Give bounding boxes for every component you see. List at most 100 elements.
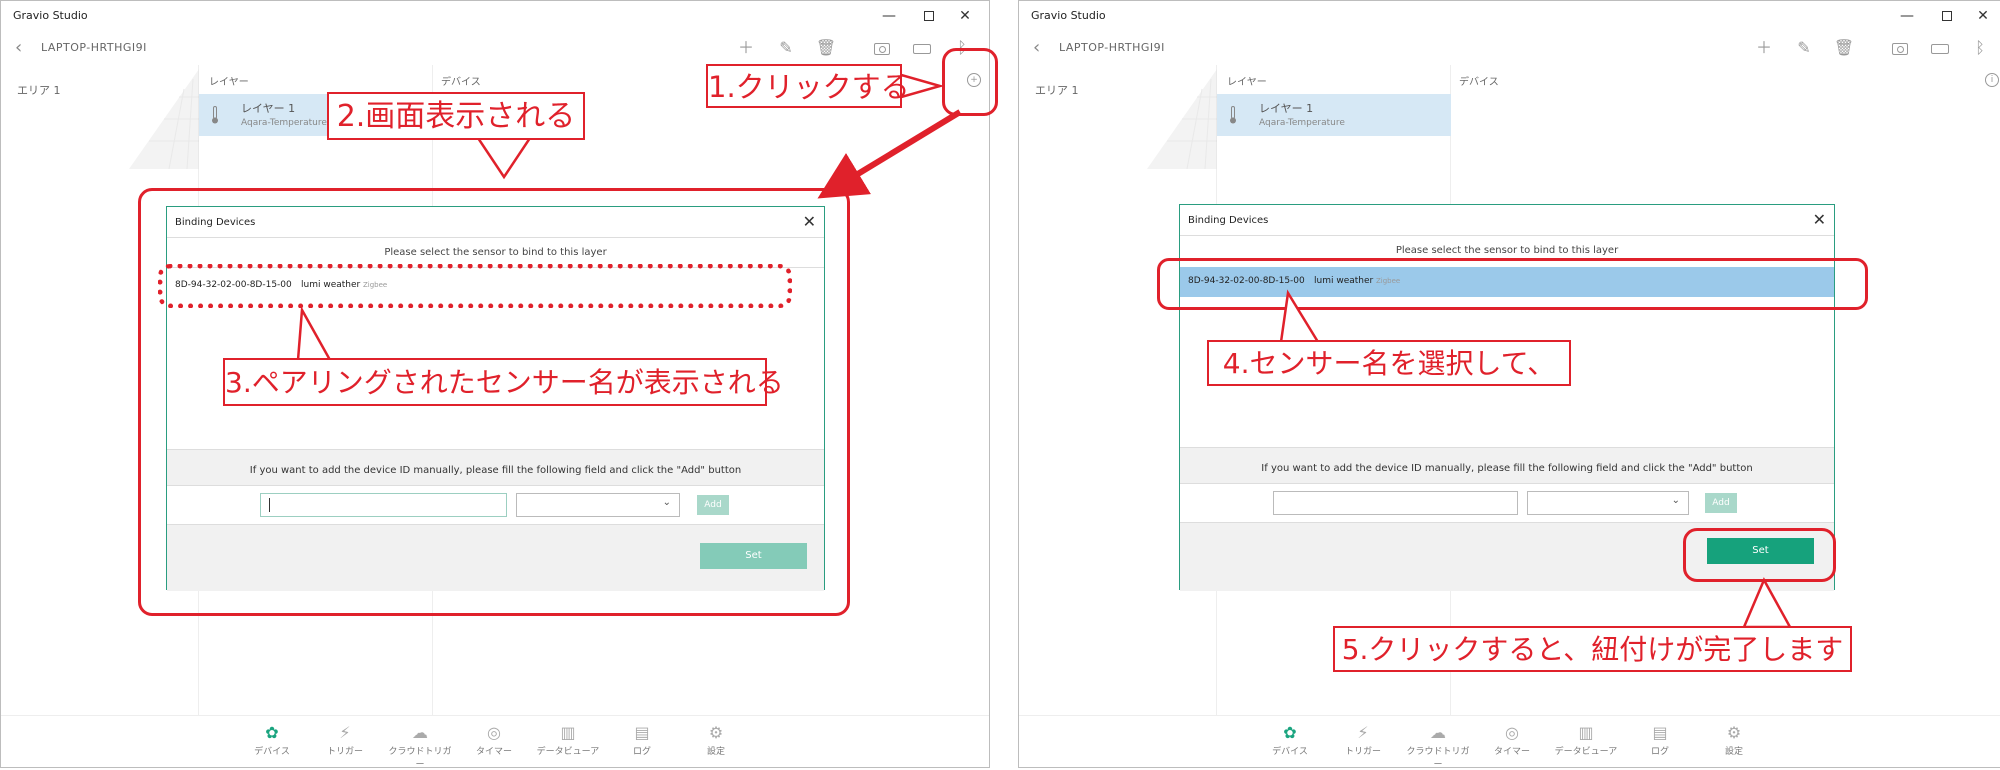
nav-settings[interactable]: ⚙ 設定 xyxy=(681,723,751,758)
camera-icon[interactable] xyxy=(871,38,893,58)
delete-icon[interactable]: 🗑 xyxy=(1833,38,1855,58)
close-window-icon[interactable]: ✕ xyxy=(1963,4,2000,28)
device-icon: ✿ xyxy=(265,723,279,742)
cloud-trigger-icon: ☁ xyxy=(412,723,428,742)
nav-log[interactable]: ▤ ログ xyxy=(607,723,677,758)
title-bar: Gravio Studio — ✕ xyxy=(1019,1,2000,31)
nav-label: トリガー xyxy=(1344,747,1381,757)
nav-triggers[interactable]: ⚡ トリガー xyxy=(310,723,380,758)
device-name: LAPTOP-HRTHGI9I xyxy=(41,41,147,54)
close-dialog-icon[interactable]: ✕ xyxy=(1813,210,1826,229)
highlight-selected-sensor xyxy=(1157,258,1868,310)
nav-label: クラウドトリガー xyxy=(1406,747,1470,768)
nav-label: デバイス xyxy=(1272,747,1308,757)
layer-card[interactable]: レイヤー 1 Aqara-Temperature xyxy=(1217,94,1451,136)
app-title: Gravio Studio xyxy=(13,9,88,22)
trigger-icon: ⚡ xyxy=(1357,723,1369,742)
minimize-icon[interactable]: — xyxy=(869,4,909,28)
nav-label: トリガー xyxy=(326,747,363,757)
maximize-icon[interactable] xyxy=(909,4,949,28)
divider xyxy=(1180,447,1834,448)
protocol-select[interactable]: ⌄ xyxy=(1527,491,1689,515)
nav-data-viewer[interactable]: ▥ データビューア xyxy=(533,723,603,758)
layer-name: レイヤー 1 xyxy=(241,102,296,115)
camera-icon[interactable] xyxy=(1889,38,1911,58)
manual-add-row: ⌄ Add xyxy=(1180,483,1834,523)
nav-devices[interactable]: ✿ デバイス xyxy=(237,723,307,758)
bluetooth-icon[interactable]: ᛒ xyxy=(1969,38,1991,58)
layer-column-header: レイヤー xyxy=(209,77,249,88)
info-icon[interactable]: i xyxy=(1985,73,1999,87)
callout-step-4: 4.センサー名を選択して、 xyxy=(1207,340,1571,386)
nav-label: タイマー xyxy=(1493,747,1530,757)
timer-icon: ◎ xyxy=(487,723,501,742)
nav-label: ログ xyxy=(1650,747,1669,757)
minimize-icon[interactable]: — xyxy=(1887,4,1927,28)
bottom-nav: ✿ デバイス ⚡ トリガー ☁ クラウドトリガー ◎ タイマー ▥ データビューア ▤ ログ… xyxy=(1019,715,2000,767)
area-label[interactable]: エリア 1 xyxy=(1035,82,1079,98)
layer-sensor-type: Aqara-Temperature xyxy=(241,118,327,128)
delete-icon[interactable]: 🗑 xyxy=(815,38,837,58)
nav-bar: ‹ LAPTOP-HRTHGI9I ＋ ✎ 🗑 ᛒ xyxy=(1019,31,2000,65)
data-viewer-icon: ▥ xyxy=(1578,723,1594,742)
device-icon: ✿ xyxy=(1283,723,1297,742)
settings-icon: ⚙ xyxy=(1726,723,1742,742)
settings-icon: ⚙ xyxy=(708,723,724,742)
log-icon: ▤ xyxy=(634,723,650,742)
edit-icon[interactable]: ✎ xyxy=(1793,38,1815,58)
nav-log[interactable]: ▤ ログ xyxy=(1625,724,1695,758)
chevron-down-icon: ⌄ xyxy=(1671,495,1680,506)
dialog-title: Binding Devices xyxy=(1188,215,1269,226)
building-decoration-icon xyxy=(1147,69,1217,169)
highlight-add-device xyxy=(942,48,998,116)
nav-data-viewer[interactable]: ▥ データビューア xyxy=(1551,723,1621,758)
app-title: Gravio Studio xyxy=(1031,9,1106,22)
nav-label: クラウドトリガー xyxy=(388,747,452,768)
edit-icon[interactable]: ✎ xyxy=(775,38,797,58)
title-bar: Gravio Studio — ✕ xyxy=(1,1,989,31)
area-label[interactable]: エリア 1 xyxy=(17,82,61,98)
keyboard-icon[interactable] xyxy=(1929,38,1951,58)
nav-devices[interactable]: ✿ デバイス xyxy=(1255,723,1325,758)
device-column-header: デバイス xyxy=(441,77,481,88)
keyboard-icon[interactable] xyxy=(911,38,933,58)
nav-cloud-triggers[interactable]: ☁ クラウドトリガー xyxy=(1403,724,1473,768)
thermometer-icon xyxy=(212,106,218,124)
add-button[interactable]: Add xyxy=(1705,493,1737,513)
dialog-prompt: Please select the sensor to bind to this… xyxy=(1395,245,1619,256)
maximize-icon[interactable] xyxy=(1927,4,1967,28)
nav-timer[interactable]: ◎ タイマー xyxy=(1477,723,1547,758)
timer-icon: ◎ xyxy=(1505,723,1519,742)
nav-triggers[interactable]: ⚡ トリガー xyxy=(1328,723,1398,758)
back-icon[interactable]: ‹ xyxy=(1033,37,1040,58)
highlight-set-button xyxy=(1683,528,1836,582)
close-window-icon[interactable]: ✕ xyxy=(945,4,985,28)
layer-sensor-type: Aqara-Temperature xyxy=(1259,118,1345,128)
nav-cloud-triggers[interactable]: ☁ クラウドトリガー xyxy=(385,724,455,768)
building-decoration-icon xyxy=(129,69,199,169)
trigger-icon: ⚡ xyxy=(339,723,351,742)
cloud-trigger-icon: ☁ xyxy=(1430,723,1446,742)
add-icon[interactable]: ＋ xyxy=(735,38,757,58)
nav-label: 設定 xyxy=(706,747,725,757)
nav-label: ログ xyxy=(632,747,651,757)
divider xyxy=(1180,235,1834,236)
highlight-sensor-row xyxy=(158,264,792,308)
add-icon[interactable]: ＋ xyxy=(1753,38,1775,58)
nav-label: デバイス xyxy=(254,747,290,757)
data-viewer-icon: ▥ xyxy=(560,723,576,742)
callout-step-1: 1.クリックする xyxy=(706,64,910,108)
nav-label: データビューア xyxy=(1554,747,1618,757)
nav-settings[interactable]: ⚙ 設定 xyxy=(1699,723,1769,758)
back-icon[interactable]: ‹ xyxy=(15,37,22,58)
nav-label: 設定 xyxy=(1724,747,1743,757)
device-name: LAPTOP-HRTHGI9I xyxy=(1059,41,1165,54)
callout-step-2: 2.画面表示される xyxy=(327,92,585,140)
bottom-nav: ✿ デバイス ⚡ トリガー ☁ クラウドトリガー ◎ タイマー ▥ データビューア ▤ ログ… xyxy=(1,715,989,767)
nav-timer[interactable]: ◎ タイマー xyxy=(459,723,529,758)
layer-name: レイヤー 1 xyxy=(1259,102,1314,115)
thermometer-icon xyxy=(1230,106,1236,124)
device-id-input[interactable] xyxy=(1273,491,1518,515)
device-column-header: デバイス xyxy=(1459,77,1499,88)
manual-add-instructions: If you want to add the device ID manuall… xyxy=(1261,463,1753,474)
